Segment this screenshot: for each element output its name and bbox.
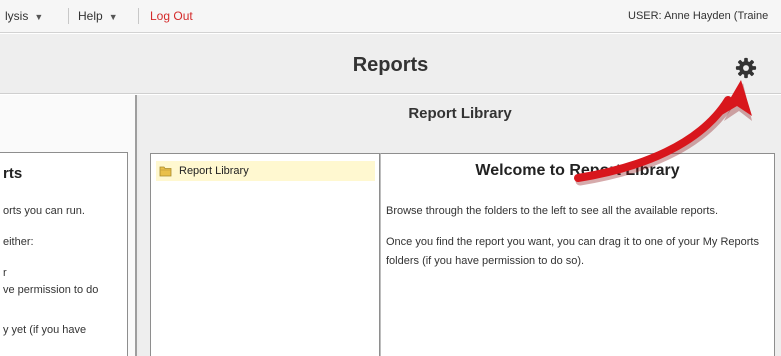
menu-analysis[interactable]: lysis ▼	[5, 9, 43, 23]
folder-icon	[159, 166, 172, 177]
menu-analysis-label: lysis	[5, 9, 29, 23]
left-panel: rts orts you can run. either: r ve permi…	[0, 95, 137, 356]
left-panel-text: y yet (if you have	[3, 324, 87, 336]
caret-down-icon: ▼	[108, 12, 118, 22]
tree-item-report-library[interactable]: Report Library	[156, 161, 375, 181]
tree-item-label: Report Library	[179, 165, 249, 177]
report-library-title: Report Library	[408, 105, 512, 122]
left-panel-text: orts you can run.	[3, 205, 85, 217]
logout-link[interactable]: Log Out	[150, 9, 193, 23]
menu-separator	[138, 8, 139, 24]
top-menu-bar: lysis ▼ Help ▼ Log Out USER: Anne Hayden (…	[0, 0, 781, 33]
menu-separator	[68, 8, 69, 24]
menu-help-label: Help	[78, 9, 103, 23]
user-info: USER: Anne Hayden (Traine	[628, 10, 769, 22]
gear-icon[interactable]	[735, 57, 757, 79]
folder-tree: Report Library	[150, 153, 380, 356]
left-panel-text: either:	[3, 236, 34, 248]
left-panel-text: r	[3, 267, 7, 279]
welcome-pane: Welcome to Report Library Browse through…	[380, 153, 775, 356]
welcome-paragraph: Browse through the folders to the left t…	[386, 205, 719, 217]
page-title: Reports	[352, 54, 429, 76]
caret-down-icon: ▼	[34, 12, 44, 22]
page-header: Reports	[0, 34, 781, 94]
left-info-box: rts orts you can run. either: r ve permi…	[0, 152, 128, 356]
left-panel-text: ve permission to do	[3, 284, 99, 296]
welcome-paragraph: Once you find the report you want, you c…	[386, 236, 759, 267]
left-panel-title: rts	[3, 165, 23, 182]
welcome-title: Welcome to Report Library	[475, 162, 680, 179]
menu-help[interactable]: Help ▼	[78, 9, 118, 23]
report-library-panel: Report Library Report Library Welcome to…	[139, 95, 781, 356]
